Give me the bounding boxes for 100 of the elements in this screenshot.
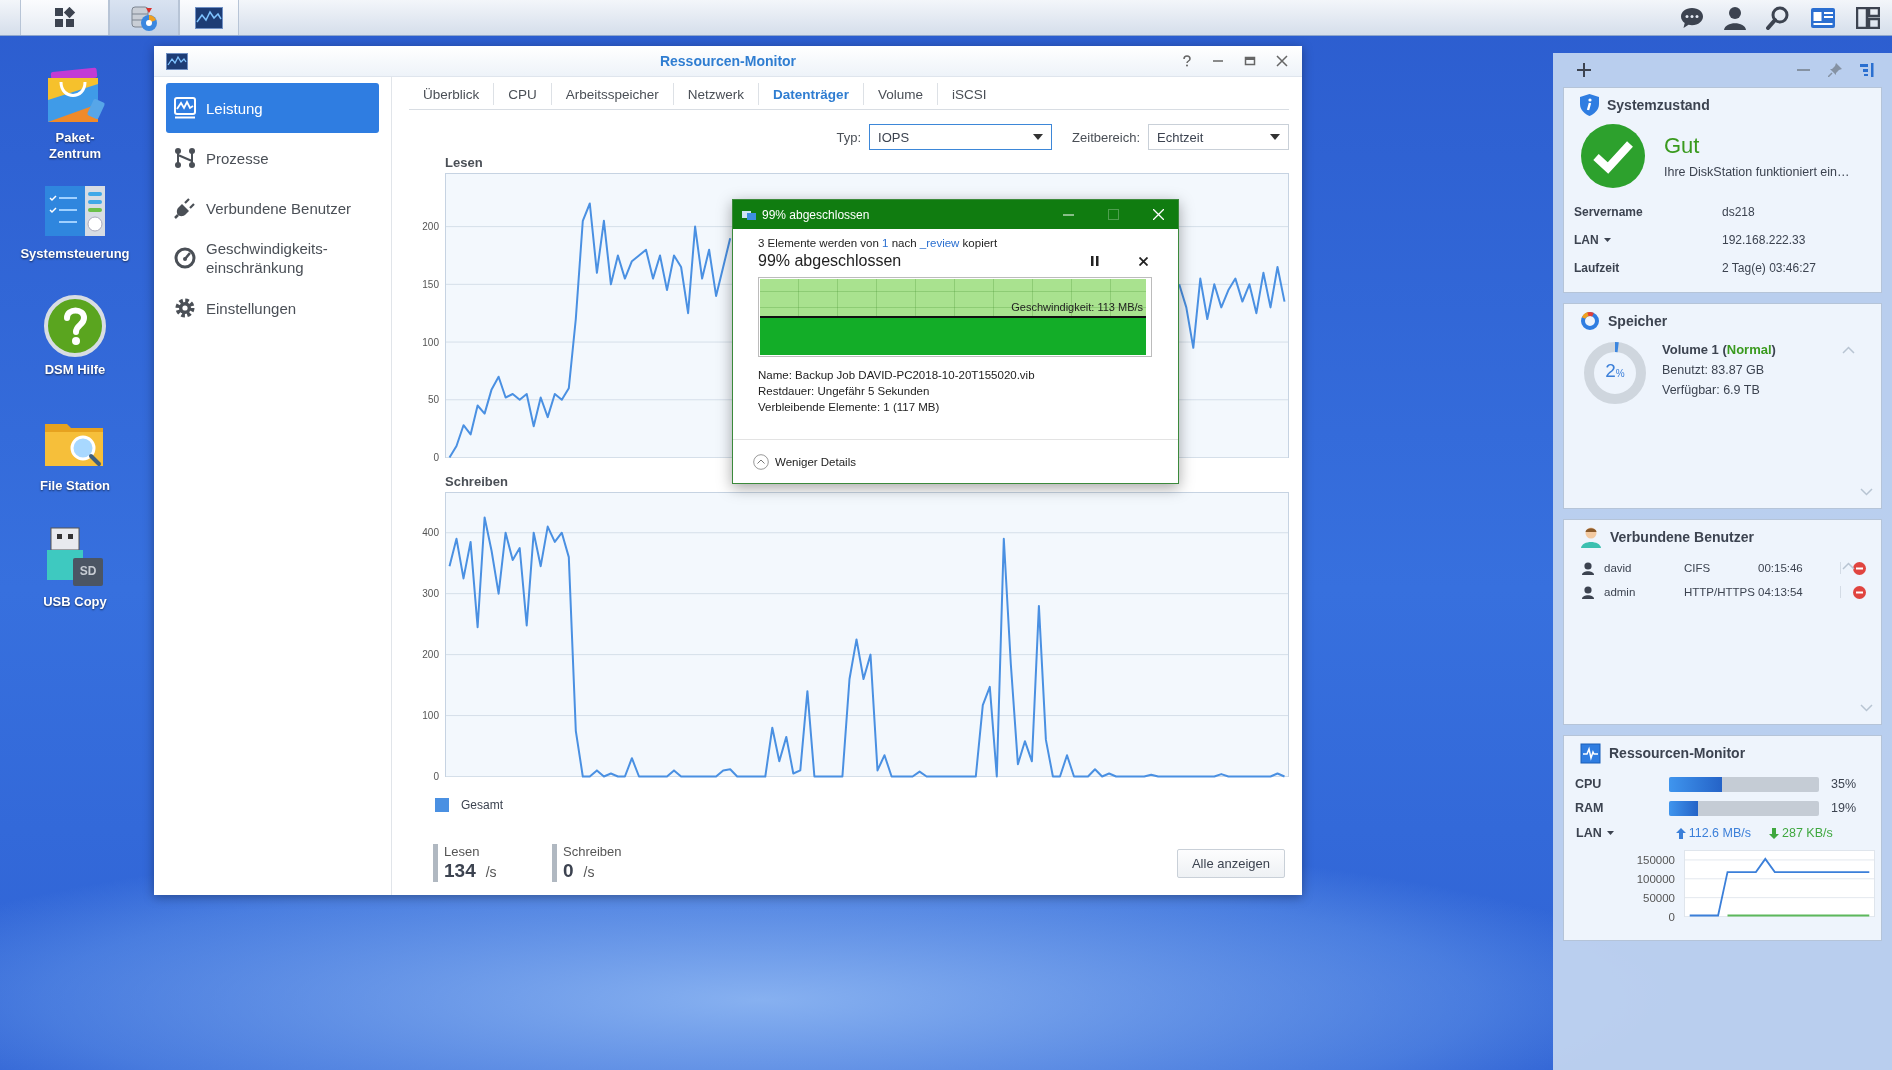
chart-icon xyxy=(166,52,188,70)
pulse-icon xyxy=(1580,742,1601,764)
tab[interactable]: Arbeitsspeicher xyxy=(551,83,674,105)
axis-label: 0 xyxy=(433,452,439,463)
maximize-icon[interactable] xyxy=(1244,55,1256,67)
detail-line: Name: Backup Job DAVID-PC2018-10-20T155020.vib xyxy=(758,368,1036,383)
info-value: 2 Tag(e) 03:46:27 xyxy=(1722,261,1816,275)
meter-reading: 19% xyxy=(1831,801,1857,815)
meter-label: RAM xyxy=(1575,801,1605,815)
user-icon[interactable] xyxy=(1724,5,1746,30)
axis-label: 400 xyxy=(422,527,439,539)
close-icon[interactable] xyxy=(1139,256,1148,266)
pause-icon[interactable] xyxy=(1091,256,1099,266)
tab[interactable]: CPU xyxy=(494,83,552,105)
widget-title: Speicher xyxy=(1608,313,1668,329)
main-menu-button[interactable] xyxy=(20,0,109,35)
axis-label: 100 xyxy=(422,710,439,722)
widget-title: Ressourcen-Monitor xyxy=(1609,745,1746,761)
stat-unit: /s xyxy=(485,864,497,880)
destination-link[interactable]: _review xyxy=(919,237,960,249)
search-icon[interactable] xyxy=(1766,5,1790,30)
source-link[interactable]: 1 xyxy=(882,237,889,249)
sidebar-icon[interactable] xyxy=(1860,63,1874,77)
nav-item[interactable]: Geschwindigkeits- einschränkung xyxy=(166,233,379,283)
usage-percent: 2% xyxy=(1604,360,1626,382)
desktop-shortcut[interactable]: DSM Hilfe xyxy=(5,294,145,410)
desktop-shortcut[interactable]: Systemsteuerung xyxy=(5,178,145,294)
health-message: Ihre DiskStation funktioniert ein… xyxy=(1664,165,1850,179)
user-icon xyxy=(1582,561,1594,575)
stat-value: 134 xyxy=(444,860,476,881)
caret-icon xyxy=(1603,238,1611,242)
dialog-title: 99% abgeschlossen xyxy=(762,207,870,222)
show-all-button[interactable]: Alle anzeigen xyxy=(1176,848,1285,878)
user-name: david xyxy=(1604,562,1633,574)
axis-label: 150000 xyxy=(1636,853,1675,866)
tab[interactable]: Netzwerk xyxy=(673,83,760,105)
info-label: Servername xyxy=(1574,205,1644,219)
resource-monitor-button[interactable] xyxy=(179,0,239,35)
chat-icon[interactable] xyxy=(1680,6,1704,29)
axis-label: 150 xyxy=(422,278,439,290)
stat-value: 0 xyxy=(563,860,574,881)
stat-label: Schreiben xyxy=(563,844,623,859)
user-icon xyxy=(1582,585,1594,599)
chevron-up-icon xyxy=(753,453,769,470)
layout-icon[interactable] xyxy=(1856,6,1880,29)
user-protocol: HTTP/HTTPS xyxy=(1684,586,1756,598)
nav-item[interactable]: Einstellungen xyxy=(166,283,379,333)
widget-title: Verbundene Benutzer xyxy=(1610,529,1754,545)
plug-icon xyxy=(174,197,196,219)
tab[interactable]: iSCSI xyxy=(937,83,1001,105)
remove-icon[interactable] xyxy=(1853,561,1866,575)
dropdown[interactable]: IOPS xyxy=(869,124,1053,150)
available-space: Verfügbar: 6.9 TB xyxy=(1662,383,1761,397)
volume-name: Volume 1 (Normal) xyxy=(1662,342,1776,357)
nav-item[interactable]: Verbundene Benutzer xyxy=(166,183,379,233)
storage-icon xyxy=(129,3,159,32)
lan-menu[interactable]: LAN xyxy=(1576,826,1614,840)
legend-label: Gesamt xyxy=(461,798,503,812)
id-card-icon[interactable] xyxy=(1810,6,1836,29)
details-toggle[interactable]: Weniger Details xyxy=(753,453,856,470)
tab[interactable]: Überblick xyxy=(409,83,495,105)
info-value: 192.168.222.33 xyxy=(1722,233,1806,247)
axis-label: 0 xyxy=(1668,910,1675,923)
stat-label: Lesen xyxy=(444,844,481,859)
tab[interactable]: Volume xyxy=(863,83,938,105)
tab[interactable]: Datenträger xyxy=(759,83,864,105)
dropdown[interactable]: Echtzeit xyxy=(1148,124,1289,150)
meter-label: CPU xyxy=(1575,777,1603,791)
remove-icon[interactable] xyxy=(1853,585,1866,599)
help-icon[interactable] xyxy=(1182,55,1192,67)
add-icon[interactable] xyxy=(1577,63,1591,77)
chevron-up-icon[interactable] xyxy=(1842,562,1855,570)
used-space: Benutzt: 83.87 GB xyxy=(1662,363,1766,377)
axis-label: 300 xyxy=(422,588,439,600)
user-name: admin xyxy=(1604,586,1637,598)
upload-arrow-icon xyxy=(1675,827,1686,839)
detail-line: Restdauer: Ungefähr 5 Sekunden xyxy=(758,384,931,399)
help-icon xyxy=(43,294,107,358)
check-icon xyxy=(1581,124,1645,188)
ring-icon xyxy=(1580,311,1600,331)
caret-icon xyxy=(1033,134,1044,140)
caret-icon xyxy=(1606,831,1614,835)
menu-icon xyxy=(53,6,76,29)
desktop-shortcut[interactable]: File Station xyxy=(5,410,145,526)
upload-rate: 112.6 MB/s xyxy=(1688,826,1751,840)
health-status: Gut xyxy=(1664,133,1701,159)
info-label: Laufzeit xyxy=(1574,261,1621,275)
detail-line: Verbleibende Elemente: 1 (117 MB) xyxy=(758,400,941,415)
axis-label: 100 xyxy=(422,336,439,348)
nav-item[interactable]: Prozesse xyxy=(166,133,379,183)
desktop-shortcut[interactable]: SD USB Copy xyxy=(5,526,145,642)
speed-label: Geschwindigkeit: 113 MB/s xyxy=(1011,301,1144,313)
axis-label: 50000 xyxy=(1643,891,1675,904)
info-label[interactable]: LAN xyxy=(1574,233,1722,247)
filter-label: Zeitbereich: xyxy=(1072,129,1140,145)
widget-title: Systemzustand xyxy=(1607,97,1710,113)
nav-item[interactable]: Leistung xyxy=(166,83,379,133)
desktop-shortcut[interactable]: Paket- Zentrum xyxy=(5,62,145,178)
info-value: ds218 xyxy=(1722,205,1755,219)
usage-donut xyxy=(1582,340,1648,406)
